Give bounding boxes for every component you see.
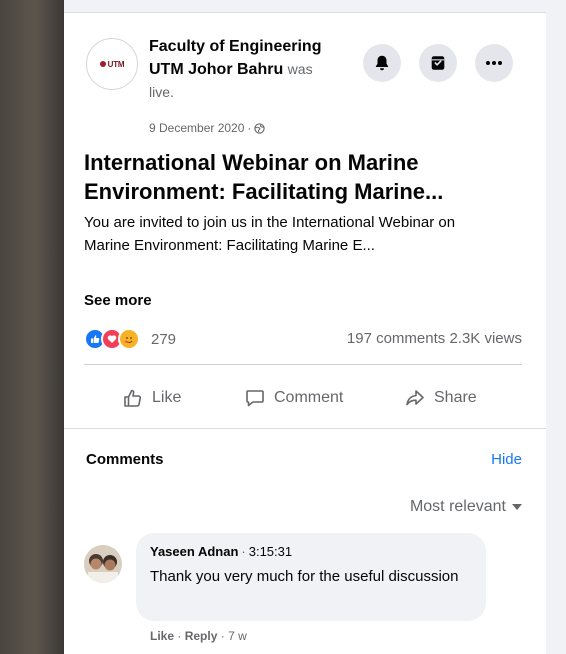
page-avatar[interactable]: UTM	[86, 38, 138, 90]
more-options-button[interactable]	[475, 44, 513, 82]
comments-heading: Comments	[86, 451, 164, 468]
feed-background	[546, 0, 566, 654]
post-description: You are invited to join us in the Intern…	[84, 214, 456, 254]
post-date-text[interactable]: 9 December 2020	[149, 121, 244, 135]
comment-actions: Like · Reply · 7 w	[150, 629, 247, 643]
post-card: UTM Faculty of Engineering UTM Johor Bah…	[64, 12, 546, 654]
background-edge	[0, 0, 64, 654]
comments-count[interactable]: 197 comments	[347, 330, 445, 347]
avatar-image	[84, 545, 122, 583]
comment-reply-link[interactable]: Reply	[185, 629, 218, 643]
logo-mark	[99, 61, 106, 67]
bookmark-icon	[431, 56, 445, 70]
comment-author[interactable]: Yaseen Adnan	[150, 544, 238, 559]
comment-icon	[246, 390, 264, 407]
stats-divider	[84, 364, 522, 365]
comment-sep: ·	[241, 544, 246, 559]
views-count: 2.3K views	[449, 330, 522, 347]
post-timestamp[interactable]: 9 December 2020 ·	[149, 121, 266, 135]
reactions-summary[interactable]: 279	[84, 328, 176, 350]
like-label: Like	[152, 389, 182, 406]
logo-text: UTM	[107, 59, 125, 69]
hide-comments-link[interactable]: Hide	[491, 451, 522, 468]
comment-like-link[interactable]: Like	[150, 629, 174, 643]
bell-icon	[375, 55, 389, 71]
sort-label: Most relevant	[409, 498, 506, 515]
comment-bubble: Yaseen Adnan · 3:15:31 Thank you very much…	[136, 533, 486, 621]
thumbs-up-icon	[124, 389, 142, 407]
more-icon	[486, 61, 502, 65]
see-more-link[interactable]: See more	[84, 292, 152, 309]
comment-age[interactable]: 7 w	[228, 629, 247, 643]
post-stats: 197 comments 2.3K views	[347, 330, 522, 347]
comment-actions-sep-1: ·	[177, 629, 182, 643]
commenter-avatar[interactable]	[84, 545, 122, 583]
utm-logo: UTM	[99, 59, 125, 69]
comment-text: Thank you very much for the useful discu…	[150, 568, 459, 585]
reactions-count[interactable]: 279	[151, 331, 176, 348]
date-separator: ·	[247, 121, 252, 135]
comment-actions-sep-2: ·	[220, 629, 225, 643]
comment-sort-dropdown[interactable]: Most relevant	[410, 498, 522, 516]
share-label: Share	[434, 389, 477, 406]
comment-header: Yaseen Adnan · 3:15:31	[150, 544, 292, 559]
actions-divider	[64, 428, 546, 429]
page-name[interactable]: Faculty of Engineering UTM Johor Bahru w…	[149, 36, 329, 104]
globe-icon	[254, 122, 266, 134]
post-title[interactable]: International Webinar on Marine Environm…	[84, 148, 539, 206]
share-icon	[406, 390, 424, 406]
comment-button[interactable]: Comment	[244, 386, 343, 410]
like-button[interactable]: Like	[122, 386, 181, 410]
caret-down-icon	[512, 504, 522, 510]
save-button[interactable]	[419, 44, 457, 82]
care-reaction-icon	[118, 328, 140, 350]
share-button[interactable]: Share	[404, 386, 477, 410]
comment-video-time[interactable]: 3:15:31	[249, 544, 292, 559]
comment-label: Comment	[274, 389, 344, 406]
card-top-border	[64, 12, 546, 13]
notifications-button[interactable]	[363, 44, 401, 82]
